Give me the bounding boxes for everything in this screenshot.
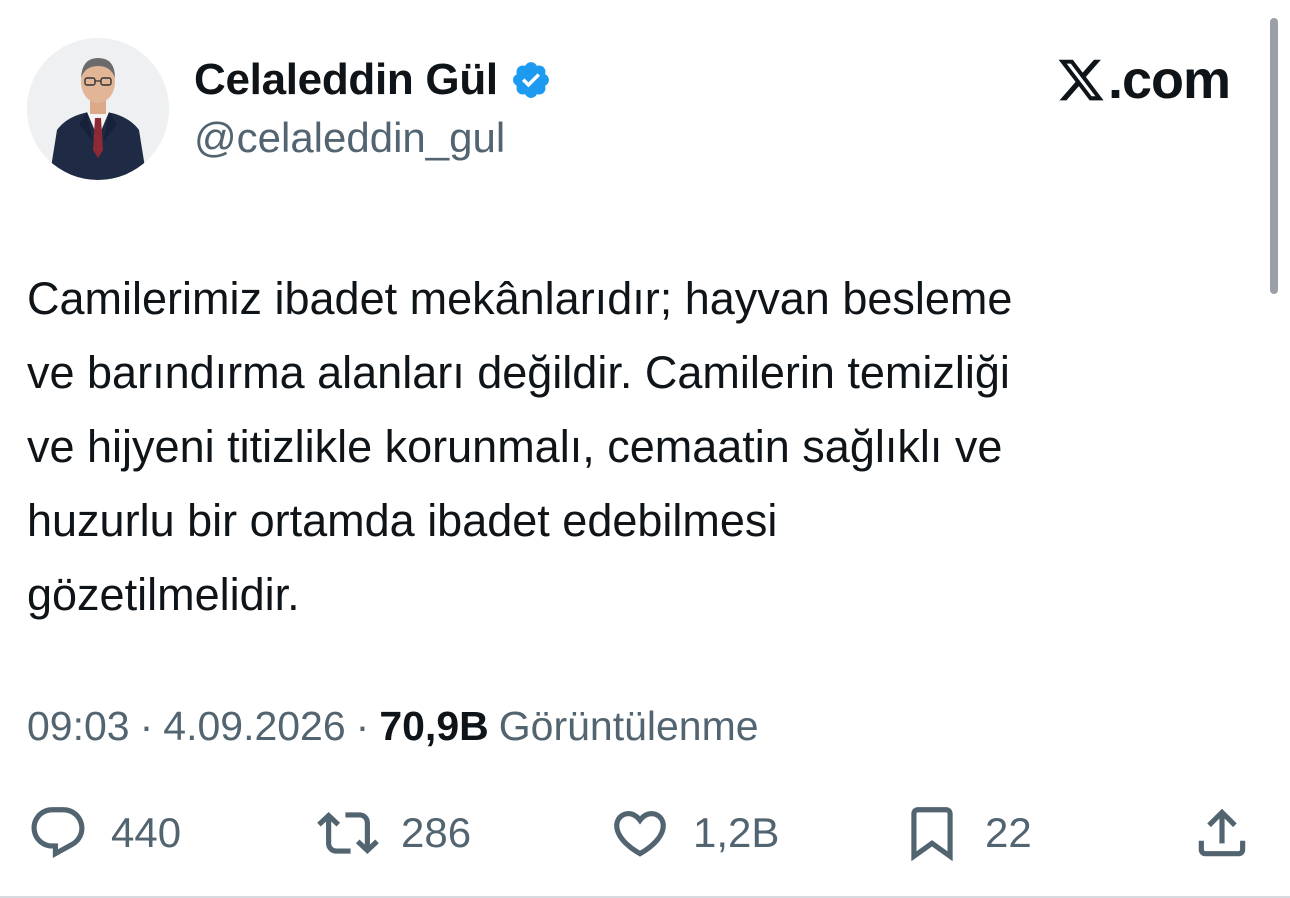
meta-separator: ·	[355, 703, 370, 749]
tweet-date[interactable]: 4.09.2026	[163, 703, 345, 750]
bookmark-icon	[911, 807, 953, 862]
tweet-time[interactable]: 09:03	[27, 703, 130, 750]
views-count: 70,9B	[379, 703, 489, 749]
bookmark-count: 22	[985, 809, 1032, 856]
avatar-photo	[27, 38, 169, 180]
brand-domain-suffix: .com	[1107, 50, 1231, 110]
scrollbar[interactable]	[1270, 18, 1278, 294]
reply-button[interactable]: 440	[27, 800, 181, 866]
author-handle[interactable]: @celaleddin_gul	[194, 114, 505, 162]
reply-count: 440	[111, 809, 182, 856]
bookmark-button[interactable]: 22	[901, 800, 1032, 866]
verified-badge-icon[interactable]	[510, 59, 552, 101]
reply-icon	[31, 807, 85, 859]
avatar[interactable]	[27, 38, 169, 180]
author-name-row: Celaleddin Gül	[194, 52, 552, 108]
author-display-name[interactable]: Celaleddin Gül	[194, 55, 498, 105]
x-logo-icon	[1058, 59, 1104, 101]
tweet-actions: 440 286 1,2B 22	[27, 800, 1257, 866]
retweet-icon	[317, 812, 379, 854]
like-count: 1,2B	[693, 809, 780, 856]
views-label: Görüntülenme	[498, 703, 759, 749]
x-com-brand: .com	[1056, 48, 1231, 112]
retweet-button[interactable]: 286	[317, 800, 471, 866]
meta-separator: ·	[139, 703, 154, 749]
tweet-meta: 09:03 · 4.09.2026 · 70,9B Görüntülenme	[27, 703, 759, 750]
like-button[interactable]: 1,2B	[609, 800, 779, 866]
tweet-text: Camilerimiz ibadet mekânlarıdır; hayvan …	[27, 273, 1013, 620]
share-icon	[1198, 808, 1246, 857]
heart-icon	[614, 811, 666, 857]
share-button[interactable]	[1191, 800, 1253, 866]
retweet-count: 286	[401, 809, 472, 856]
